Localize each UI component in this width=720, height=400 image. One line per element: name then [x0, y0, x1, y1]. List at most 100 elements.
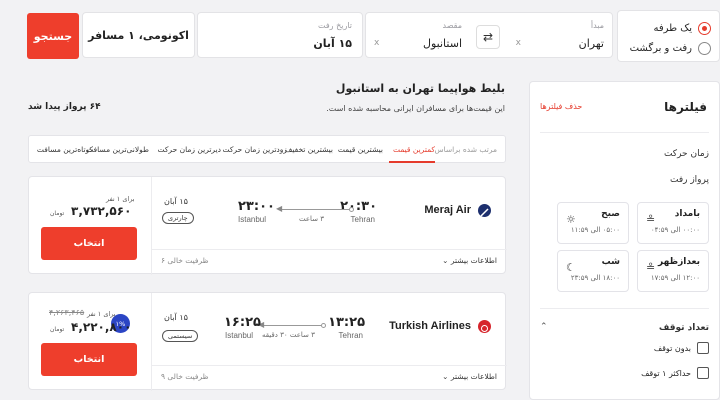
radio-round-trip-circle[interactable]: [698, 41, 711, 55]
time-slot-name: بامداد: [674, 209, 700, 219]
nonstop-label: بدون توقف: [653, 343, 691, 353]
sort-option-highest-price[interactable]: بیشترین قیمت: [338, 145, 383, 154]
route-line: [282, 209, 349, 210]
sort-option-latest-departure[interactable]: دیرترین زمان حرکت: [158, 145, 222, 154]
price-currency: تومان: [50, 210, 65, 217]
origin-label: مبدأ: [590, 21, 604, 30]
time-slot-range: ۰۵:۰۰ الی ۱۱:۵۹: [570, 226, 620, 234]
original-price: ۴,۲۶۳,۴۶۵: [49, 308, 85, 317]
destination-label: مقصد: [442, 21, 462, 30]
clear-filters-link[interactable]: حذف فیلترها: [540, 102, 582, 111]
more-info-label: اطلاعات بیشتر: [450, 256, 497, 265]
radio-one-way-label: یک طرفه: [653, 22, 692, 34]
time-slot-dawn[interactable]: بامداد ۰۰:۰۰ الی ۰۴:۵۹ ≗: [637, 202, 709, 244]
radio-round-trip-label: رفت و برگشت: [629, 42, 692, 54]
sort-active-underline: [389, 161, 435, 163]
time-slot-range: ۱۸:۰۰ الی ۲۳:۵۹: [570, 274, 620, 282]
sort-option-lowest-price[interactable]: کمترین قیمت: [393, 145, 435, 154]
departure-time-title: زمان حرکت: [663, 149, 709, 159]
arrival-city: Istanbul: [238, 215, 267, 224]
price-per-person: برای ۱ نفر: [87, 310, 116, 318]
passengers-field[interactable]: اکونومی، ۱ مسافر: [82, 12, 195, 58]
ticket-price: ۴,۲۲۰,۸۰۰: [71, 320, 132, 334]
trip-type-selector: یک طرفه رفت و برگشت: [617, 10, 720, 62]
sunrise-icon: ≗: [646, 213, 656, 226]
departure-city: Tehran: [350, 215, 375, 224]
more-info-label: اطلاعات بیشتر: [450, 372, 497, 381]
departure-time: ۱۳:۲۵: [328, 315, 365, 330]
page-title: بلیط هواپیما تهران به استانبول: [335, 82, 505, 95]
filters-title: فیلترها: [664, 100, 707, 114]
stops-option-nonstop[interactable]: بدون توقف: [654, 342, 709, 354]
origin-clear-icon[interactable]: x: [516, 38, 521, 48]
flight-duration: ۳ ساعت: [299, 215, 325, 223]
destination-field[interactable]: استانبول: [423, 37, 462, 50]
time-slot-name: صبح: [601, 209, 620, 219]
more-info-link[interactable]: اطلاعات بیشتر ⌄: [442, 256, 497, 265]
time-slot-night[interactable]: شب ۱۸:۰۰ الی ۲۳:۵۹ ☾: [557, 250, 629, 292]
airline-name: Meraj Air: [424, 204, 471, 216]
route-start-dot: [349, 207, 354, 212]
sort-label: مرتب شده براساس: [434, 145, 497, 154]
radio-one-way[interactable]: یک طرفه: [653, 20, 711, 36]
route-arrow-icon: ◀: [276, 204, 283, 213]
nonstop-checkbox[interactable]: [697, 342, 709, 354]
ticket-price: ۳,۷۳۲,۵۶۰: [71, 204, 132, 218]
sort-option-longest-distance[interactable]: طولانی‌ترین مسافت: [86, 145, 149, 154]
meraj-logo-icon: [478, 204, 491, 217]
card-footer-divider: [151, 365, 507, 366]
destination-clear-icon[interactable]: x: [374, 38, 379, 48]
card-divider: [151, 177, 152, 275]
more-info-link[interactable]: اطلاعات بیشتر ⌄: [442, 372, 497, 381]
chevron-up-icon[interactable]: ⌃: [540, 322, 548, 332]
flight-class-badge: سیستمی: [162, 330, 199, 342]
one-stop-checkbox[interactable]: [697, 367, 709, 379]
swap-route-button[interactable]: ⇄: [476, 25, 500, 49]
sun-icon: ☼: [566, 213, 576, 226]
sort-option-shortest-distance[interactable]: کوتاه‌ترین مسافت: [37, 145, 93, 154]
sort-option-earliest-departure[interactable]: زودترین زمان حرکت: [222, 145, 287, 154]
time-slot-range: ۱۲:۰۰ الی ۱۷:۵۹: [650, 274, 700, 282]
sort-bar: مرتب شده براساس کمترین قیمت بیشترین قیمت…: [28, 135, 506, 163]
radio-one-way-circle[interactable]: [698, 21, 711, 35]
departure-date-label: تاریخ رفت: [317, 21, 352, 30]
select-flight-button[interactable]: انتخاب: [41, 343, 137, 376]
one-stop-label: حداکثر ۱ توقف: [641, 368, 691, 378]
price-per-person: برای ۱ نفر: [106, 195, 135, 203]
stops-title: تعداد توقف: [658, 323, 709, 333]
flight-card: Meraj Air ۲۰:۳۰ Tehran ◀ ۳ ساعت ۲۳:۰۰ Is…: [28, 176, 507, 275]
arrival-city: Istanbul: [225, 331, 254, 340]
card-footer-divider: [151, 249, 507, 250]
filters-divider: [540, 132, 709, 133]
departure-date-field[interactable]: تاریخ رفت ۱۵ آبان: [197, 12, 363, 58]
turkish-airlines-logo-icon: [478, 320, 491, 333]
seats-left: ظرفیت خالی ۶: [161, 256, 209, 265]
search-button[interactable]: جستجو: [27, 13, 79, 59]
route-start-dot: [321, 323, 326, 328]
select-flight-button[interactable]: انتخاب: [41, 227, 137, 260]
chevron-down-icon: ⌄: [442, 256, 449, 265]
flight-class-badge: چارتری: [162, 212, 194, 224]
flight-date: ۱۵ آبان: [164, 197, 188, 206]
outbound-flight-label: پرواز رفت: [669, 175, 709, 185]
moon-icon: ☾: [566, 261, 576, 274]
sort-option-highest-discount[interactable]: بیشترین تخفیف: [285, 145, 333, 154]
results-count: ۶۴ پرواز پیدا شد: [28, 102, 101, 112]
flight-date: ۱۵ آبان: [164, 313, 188, 322]
departure-city: Tehran: [338, 331, 363, 340]
origin-field[interactable]: تهران: [579, 37, 604, 50]
sunset-icon: ≗: [646, 261, 656, 274]
departure-date-value: ۱۵ آبان: [313, 37, 352, 50]
radio-round-trip[interactable]: رفت و برگشت: [630, 40, 711, 56]
flight-card: Turkish Airlines ۱۳:۲۵ Tehran ◀ ۳ ساعت ۳…: [28, 292, 507, 391]
route-line: [263, 325, 321, 326]
stops-option-one-stop[interactable]: حداکثر ۱ توقف: [641, 367, 709, 379]
page-subtitle: این قیمت‌ها برای مسافران ایرانی محاسبه ش…: [326, 104, 505, 113]
card-divider: [151, 293, 152, 391]
time-slot-afternoon[interactable]: بعدازظهر ۱۲:۰۰ الی ۱۷:۵۹ ≗: [637, 250, 709, 292]
time-slot-range: ۰۰:۰۰ الی ۰۴:۵۹: [650, 226, 700, 234]
filters-divider: [540, 308, 709, 309]
time-slot-morning[interactable]: صبح ۰۵:۰۰ الی ۱۱:۵۹ ☼: [557, 202, 629, 244]
departure-time: ۲۰:۳۰: [340, 199, 377, 214]
chevron-down-icon: ⌄: [442, 372, 449, 381]
